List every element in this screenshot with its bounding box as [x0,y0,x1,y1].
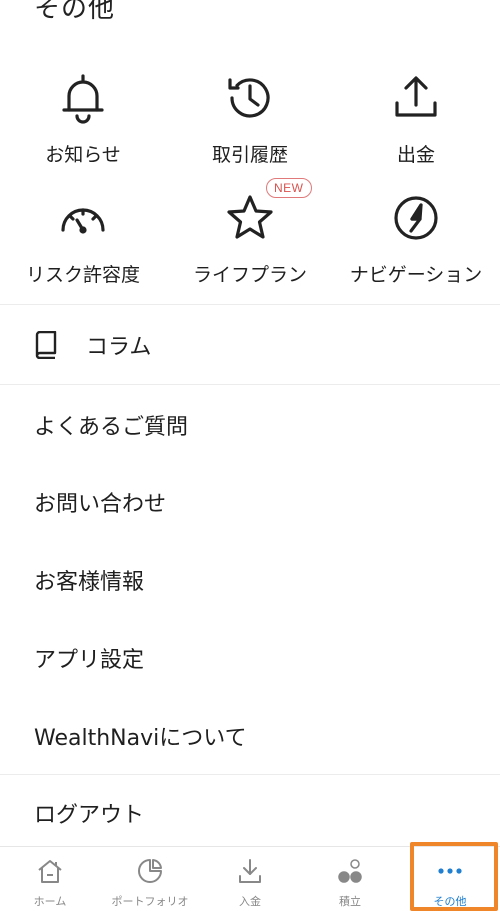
menu-item-label: よくあるご質問 [34,415,189,440]
grid-item-label: 取引履歴 [211,144,288,166]
menu-item-label: コラム [86,335,152,360]
grid-item-life-plan[interactable]: NEW ライフプラン [167,178,333,306]
menu-item-about[interactable]: WealthNaviについて [0,697,500,775]
quick-menu-grid: お知らせ 取引履歴 出金 リスク許容度 NEW ライフプラン ナビゲーション [0,60,500,302]
nav-deposit[interactable]: 入金 [200,847,300,911]
grid-item-risk-tolerance[interactable]: リスク許容度 [0,190,166,306]
grid-item-notifications[interactable]: お知らせ [0,70,166,186]
nav-label: 入金 [239,895,261,908]
menu-item-app-settings[interactable]: アプリ設定 [0,619,500,697]
menu-item-label: お客様情報 [34,570,145,595]
menu-item-customer-info[interactable]: お客様情報 [0,541,500,619]
menu-item-label: アプリ設定 [34,648,145,673]
nav-label: ホーム [33,895,67,908]
nav-label: 積立 [339,895,361,908]
menu-item-label: WealthNaviについて [34,726,247,751]
highlight-box [410,842,498,911]
menu-item-faq[interactable]: よくあるご質問 [0,386,500,464]
grid-item-label: 出金 [396,144,435,166]
nav-portfolio[interactable]: ポートフォリオ [100,847,200,911]
grid-item-navigation[interactable]: ナビゲーション [333,190,499,306]
grid-item-label: リスク許容度 [25,264,140,286]
grid-item-trade-history[interactable]: 取引履歴 [167,70,333,186]
gauge-icon [55,190,111,246]
nav-label: ポートフォリオ [111,895,189,908]
menu-item-label: ログアウト [34,803,145,828]
divider [0,384,500,385]
home-icon [35,857,65,889]
withdraw-icon [388,70,444,126]
portfolio-icon [136,857,164,889]
grid-item-label: ナビゲーション [349,264,483,286]
grid-item-label: ライフプラン [192,264,307,286]
star-icon: NEW [222,178,312,246]
nav-savings[interactable]: 積立 [300,847,400,911]
history-icon [222,70,278,126]
divider [0,304,500,305]
menu-item-label: お問い合わせ [34,492,167,517]
new-badge: NEW [266,178,312,198]
grid-item-label: お知らせ [45,144,121,166]
navigation-icon [388,190,444,246]
bell-icon [55,70,111,126]
nav-home[interactable]: ホーム [0,847,100,911]
page-title: その他 [34,0,116,24]
savings-icon [336,857,364,889]
grid-item-withdraw[interactable]: 出金 [333,70,499,186]
book-icon [34,331,62,359]
menu-item-column[interactable]: コラム [0,306,500,384]
menu-item-logout[interactable]: ログアウト [0,774,500,852]
deposit-icon [236,857,264,889]
menu-item-contact[interactable]: お問い合わせ [0,463,500,541]
